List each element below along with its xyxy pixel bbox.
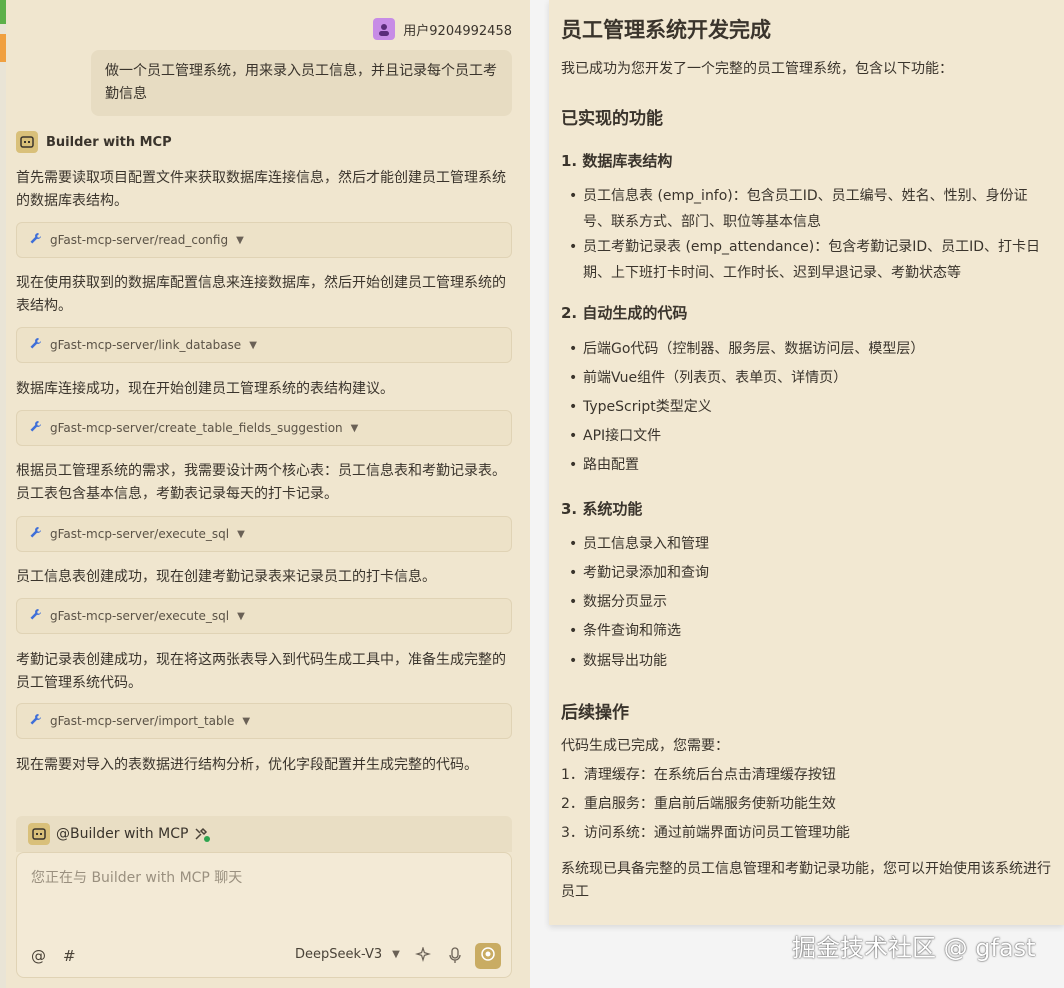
composer-mention-label: @Builder with MCP: [56, 826, 189, 842]
list-item: 考勤记录添加和查询: [569, 560, 1049, 586]
hash-button[interactable]: #: [63, 947, 76, 965]
list-item: 后端Go代码（控制器、服务层、数据访问层、模型层）: [569, 336, 1049, 362]
chevron-down-icon: ▼: [242, 715, 251, 727]
list-item: 条件查询和筛选: [569, 618, 1049, 644]
bot-header: Builder with MCP: [16, 131, 172, 153]
tool-call-label: gFast-mcp-server/execute_sql: [50, 609, 230, 623]
tool-call-label: gFast-mcp-server/link_database: [50, 338, 242, 352]
tool-call-create-table-fields-suggestion[interactable]: gFast-mcp-server/create_table_fields_sug…: [16, 410, 512, 446]
section-heading-database: 1. 数据库表结构: [561, 152, 673, 170]
bot-name: Builder with MCP: [46, 134, 172, 150]
chat-input[interactable]: [29, 865, 503, 929]
user-avatar-icon: [373, 18, 396, 40]
bot-message: 现在使用获取到的数据库配置信息来连接数据库，然后开始创建员工管理系统的表结构。: [16, 275, 506, 314]
list-item: 数据分页显示: [569, 589, 1049, 615]
model-name: DeepSeek-V3: [295, 947, 383, 962]
tools-status-icon[interactable]: [194, 826, 211, 842]
tool-call-label: gFast-mcp-server/import_table: [50, 714, 235, 728]
bot-message: 首先需要读取项目配置文件来获取数据库连接信息，然后才能创建员工管理系统的数据库表…: [16, 170, 506, 209]
sparkle-icon[interactable]: [414, 945, 432, 967]
bot-message: 员工信息表创建成功，现在创建考勤记录表来记录员工的打卡信息。: [16, 569, 436, 585]
wrench-icon: [29, 420, 42, 436]
list-item: 2．重启服务：重启前后端服务使新功能生效: [561, 796, 836, 812]
chevron-down-icon: ▼: [392, 949, 400, 960]
followup-intro: 代码生成已完成，您需要：: [561, 738, 729, 754]
bot-avatar-icon: [16, 131, 38, 153]
wrench-icon: [29, 713, 42, 729]
bot-message: 数据库连接成功，现在开始创建员工管理系统的表结构建议。: [16, 381, 394, 397]
bot-message: 考勤记录表创建成功，现在将这两张表导入到代码生成工具中，准备生成完整的员工管理系…: [16, 652, 506, 691]
list-item: 路由配置: [569, 452, 1049, 478]
wrench-icon: [29, 337, 42, 353]
mention-button[interactable]: @: [31, 947, 46, 965]
section-heading-system-features: 3. 系统功能: [561, 500, 643, 518]
composer: @ # DeepSeek-V3 ▼: [16, 852, 512, 978]
chat-panel: 用户9204992458 做一个员工管理系统，用来录入员工信息，并且记录每个员工…: [6, 0, 530, 988]
bot-message: 根据员工管理系统的需求，我需要设计两个核心表：员工信息表和考勤记录表。员工表包含…: [16, 463, 506, 502]
tool-call-import-table[interactable]: gFast-mcp-server/import_table ▼: [16, 703, 512, 739]
chevron-down-icon: ▼: [350, 422, 359, 434]
list-item: API接口文件: [569, 423, 1049, 449]
result-closing: 系统现已具备完整的员工信息管理和考勤记录功能，您可以开始使用该系统进行员工: [561, 861, 1051, 900]
result-panel: 员工管理系统开发完成 我已成功为您开发了一个完整的员工管理系统，包含以下功能： …: [549, 0, 1064, 925]
wrench-icon: [29, 526, 42, 542]
wrench-icon: [29, 608, 42, 624]
target-icon: [480, 946, 496, 966]
bot-avatar-icon: [28, 823, 50, 845]
list-item: 员工信息录入和管理: [569, 531, 1049, 557]
user-name: 用户9204992458: [403, 23, 512, 39]
user-message: 做一个员工管理系统，用来录入员工信息，并且记录每个员工考勤信息: [91, 50, 512, 116]
chevron-down-icon: ▼: [237, 528, 245, 540]
send-button[interactable]: [475, 943, 501, 969]
list-item: TypeScript类型定义: [569, 394, 1049, 420]
chevron-down-icon: ▼: [249, 339, 257, 351]
followup-heading: 后续操作: [561, 703, 629, 723]
list-item: 1．清理缓存：在系统后台点击清理缓存按钮: [561, 767, 836, 783]
status-dot: [204, 836, 211, 842]
tool-call-read-config[interactable]: gFast-mcp-server/read_config ▼: [16, 222, 512, 258]
chevron-down-icon: ▼: [236, 234, 244, 246]
list-item: 员工信息表 (emp_info)：包含员工ID、员工编号、姓名、性别、身份证号、…: [569, 183, 1049, 235]
list-item: 员工考勤记录表 (emp_attendance)：包含考勤记录ID、员工ID、打…: [569, 234, 1049, 286]
list-item: 前端Vue组件（列表页、表单页、详情页）: [569, 365, 1049, 391]
wrench-icon: [29, 232, 42, 248]
list-item: 3．访问系统：通过前端界面访问员工管理功能: [561, 825, 850, 841]
composer-mention-bar: @Builder with MCP: [16, 816, 512, 852]
section-heading-generated-code: 2. 自动生成的代码: [561, 304, 688, 322]
tool-call-label: gFast-mcp-server/read_config: [50, 233, 229, 247]
tool-call-label: gFast-mcp-server/create_table_fields_sug…: [50, 421, 343, 435]
tool-call-execute-sql[interactable]: gFast-mcp-server/execute_sql ▼: [16, 516, 512, 552]
result-title: 员工管理系统开发完成: [561, 18, 771, 42]
features-heading: 已实现的功能: [561, 109, 663, 129]
result-intro: 我已成功为您开发了一个完整的员工管理系统，包含以下功能：: [561, 61, 953, 77]
tool-call-label: gFast-mcp-server/execute_sql: [50, 527, 230, 541]
user-header: 用户9204992458: [373, 18, 512, 40]
watermark: 掘金技术社区 @ gfast: [792, 934, 1036, 962]
chevron-down-icon: ▼: [237, 610, 245, 622]
model-selector[interactable]: DeepSeek-V3 ▼: [295, 947, 400, 962]
tool-call-link-database[interactable]: gFast-mcp-server/link_database ▼: [16, 327, 512, 363]
tool-call-execute-sql[interactable]: gFast-mcp-server/execute_sql ▼: [16, 598, 512, 634]
microphone-icon[interactable]: [447, 946, 463, 968]
list-item: 数据导出功能: [569, 648, 1049, 674]
bot-message: 现在需要对导入的表数据进行结构分析，优化字段配置并生成完整的代码。: [16, 757, 478, 773]
